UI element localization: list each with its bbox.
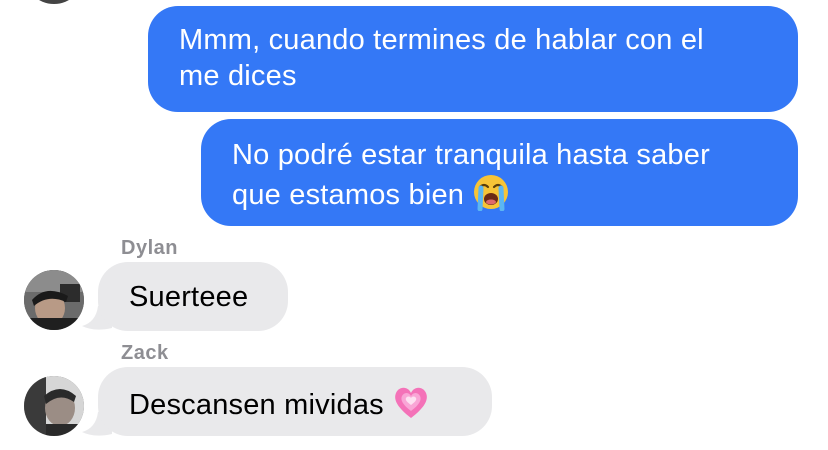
outgoing-message-2[interactable]: No podré estar tranquila hasta saber que… [201,119,798,226]
growing-heart-icon [392,383,430,430]
incoming-message-1[interactable]: Suerteee [98,262,288,331]
message-line: que estamos bien [232,173,798,220]
sender-name: Zack [121,342,169,364]
message-line: me dices [179,60,297,92]
message-line: Descansen mividas [129,383,492,430]
message-text: Suerteee [129,281,249,313]
message-line: No podré estar tranquila hasta saber [232,139,710,171]
message-text: que estamos bien [232,179,465,212]
sender-name: Dylan [121,237,178,259]
profile-photo-icon [24,270,84,330]
message-line: Mmm, cuando termines de hablar con el [179,24,704,56]
incoming-message-2[interactable]: Descansen mividas [98,367,492,436]
message-text: Descansen mividas [129,389,384,422]
outgoing-message-1[interactable]: Mmm, cuando termines de hablar con el me… [148,6,798,112]
avatar[interactable] [24,270,84,330]
loudly-crying-face-icon [472,173,510,220]
avatar-partial [24,0,84,4]
profile-photo-icon [24,376,84,436]
avatar[interactable] [24,376,84,436]
